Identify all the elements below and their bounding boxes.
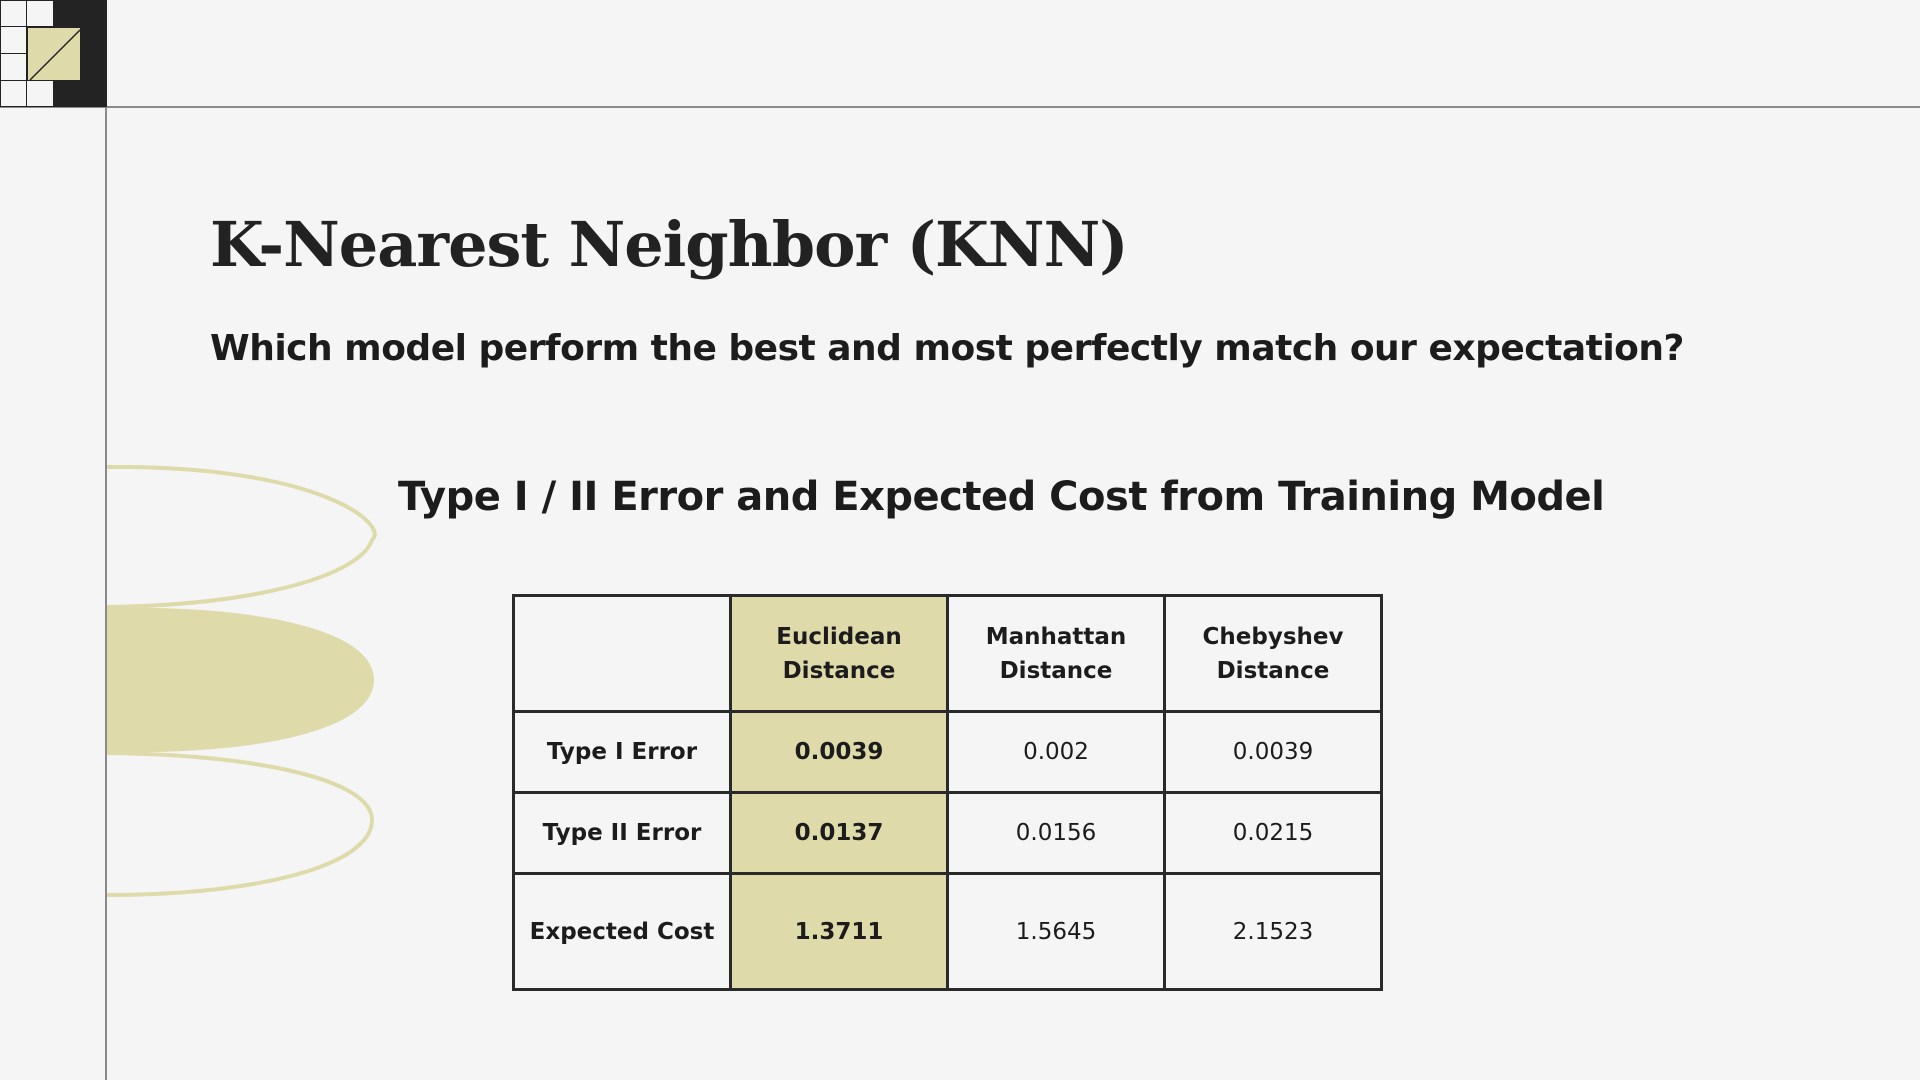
ellipse-filled-middle [107,607,374,753]
cell-chebyshev: 2.1523 [1163,872,1383,991]
corner-cell [26,0,54,27]
cell-euclidean: 0.0137 [729,791,949,875]
header-euclidean: Euclidean Distance [729,594,949,713]
error-cost-table: Euclidean Distance Manhattan Distance Ch… [512,594,1383,991]
table-row: Type II Error 0.0137 0.0156 0.0215 [512,791,1383,875]
slide-subtitle: Which model perform the best and most pe… [210,328,1684,369]
ellipse-outline-top [106,464,377,609]
corner-cell [0,0,27,27]
slide-title: K-Nearest Neighbor (KNN) [210,208,1129,281]
cell-euclidean: 0.0039 [729,710,949,794]
cell-euclidean: 1.3711 [729,872,949,991]
cell-manhattan: 0.002 [946,710,1166,794]
corner-cell [26,80,54,107]
frame-top-line [0,106,1920,108]
table-header-row: Euclidean Distance Manhattan Distance Ch… [512,594,1383,713]
decorative-ellipses [106,464,377,897]
cell-manhattan: 1.5645 [946,872,1166,991]
cell-chebyshev: 0.0215 [1163,791,1383,875]
corner-cell [0,80,27,107]
row-label-type-i-error: Type I Error [512,710,732,794]
table-heading: Type I / II Error and Expected Cost from… [398,474,1605,520]
header-corner-cell [512,594,732,713]
row-label-expected-cost: Expected Cost [512,872,732,991]
corner-cell [0,26,27,54]
cell-chebyshev: 0.0039 [1163,710,1383,794]
header-chebyshev: Chebyshev Distance [1163,594,1383,713]
table-row: Expected Cost 1.3711 1.5645 2.1523 [512,872,1383,991]
corner-accent-square [27,27,81,81]
corner-logo [0,0,107,107]
table-row: Type I Error 0.0039 0.002 0.0039 [512,710,1383,794]
row-label-type-ii-error: Type II Error [512,791,732,875]
ellipse-outline-bottom [106,751,375,897]
diagonal-line-icon [29,29,81,81]
cell-manhattan: 0.0156 [946,791,1166,875]
corner-cell [0,53,27,81]
header-manhattan: Manhattan Distance [946,594,1166,713]
